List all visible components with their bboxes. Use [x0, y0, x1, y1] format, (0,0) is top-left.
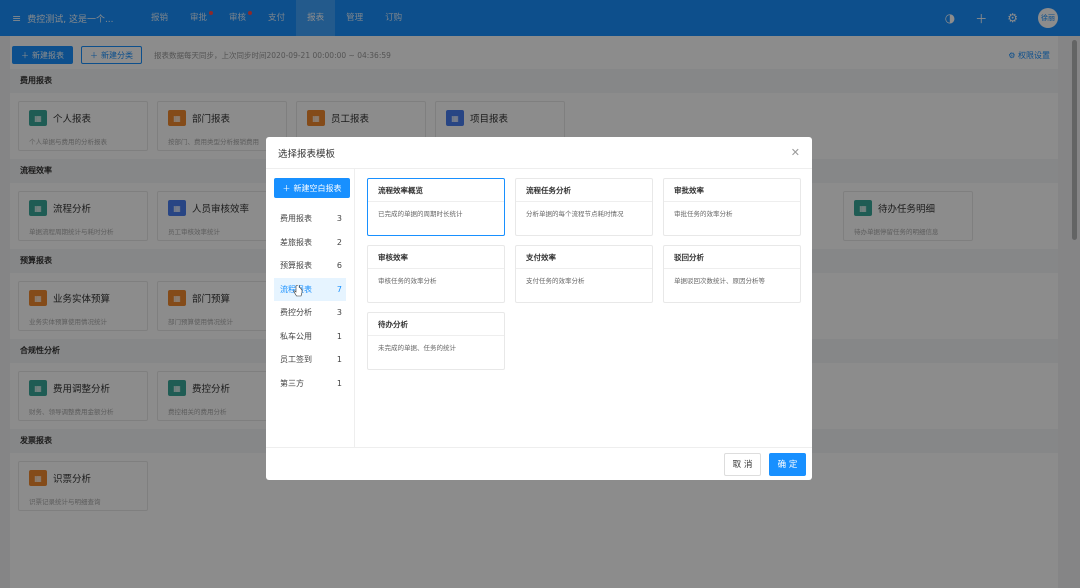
modal-title: 选择报表模板	[278, 148, 336, 160]
category-count: 3	[336, 308, 342, 318]
template-card[interactable]: 流程任务分析分析单据的每个流程节点耗时情况	[515, 178, 653, 236]
category-count: 2	[336, 237, 342, 247]
modal-header: 选择报表模板 ✕	[266, 137, 812, 169]
template-desc: 单据驳回次数统计、原因分析等	[674, 277, 765, 285]
modal-footer: 取 消 确 定	[266, 447, 812, 480]
category-label: 第三方	[280, 378, 304, 388]
category-item[interactable]: 费控分析 3	[274, 301, 346, 325]
category-label: 差旅报表	[280, 237, 312, 247]
template-card[interactable]: 支付效率支付任务的效率分析	[515, 245, 653, 303]
template-card[interactable]: 待办分析未完成的单据、任务的统计	[367, 312, 505, 370]
close-icon[interactable]: ✕	[791, 146, 800, 159]
category-label: 预算报表	[280, 261, 312, 271]
new-blank-report-button[interactable]: ＋新建空白报表	[274, 178, 350, 198]
template-card[interactable]: 驳回分析单据驳回次数统计、原因分析等	[663, 245, 801, 303]
category-item[interactable]: 差旅报表 2	[274, 231, 346, 255]
template-title: 审批效率	[664, 179, 800, 202]
template-title: 待办分析	[368, 313, 504, 336]
template-grid: 流程效率概览 已完成的单据的周期时长统计 流程任务分析 分析单据的每个流程节点耗时情况…	[355, 169, 812, 447]
category-label: 费控分析	[280, 308, 312, 318]
hand-cursor-icon	[293, 285, 303, 297]
category-panel: ＋新建空白报表 费用报表3差旅报表2预算报表6流程报表7费控分析3私车公用1员工…	[266, 169, 355, 447]
category-item[interactable]: 预算报表 6	[274, 254, 346, 278]
template-card[interactable]: 审核效率审核任务的效率分析	[367, 245, 505, 303]
new-blank-label: 新建空白报表	[293, 183, 342, 193]
category-count: 6	[336, 261, 342, 271]
template-card[interactable]: 流程效率概览已完成的单据的周期时长统计	[367, 178, 505, 236]
cancel-button[interactable]: 取 消	[724, 452, 761, 476]
category-label: 员工签到	[280, 355, 312, 365]
template-desc: 审批任务的效率分析	[674, 210, 733, 218]
confirm-button[interactable]: 确 定	[769, 452, 806, 476]
template-title: 审核效率	[368, 246, 504, 269]
category-item[interactable]: 费用报表 3	[274, 207, 346, 231]
template-desc: 支付任务的效率分析	[526, 277, 585, 285]
template-desc: 审核任务的效率分析	[378, 277, 437, 285]
category-item[interactable]: 员工签到 1	[274, 348, 346, 372]
category-item[interactable]: 私车公用 1	[274, 325, 346, 349]
template-title: 驳回分析	[664, 246, 800, 269]
template-desc: 未完成的单据、任务的统计	[378, 344, 456, 352]
template-title: 流程任务分析	[516, 179, 652, 202]
category-label: 私车公用	[280, 331, 312, 341]
plus-icon: ＋	[282, 183, 291, 193]
category-count: 1	[336, 378, 342, 388]
category-count: 1	[336, 355, 342, 365]
category-item[interactable]: 第三方 1	[274, 372, 346, 396]
template-title: 支付效率	[516, 246, 652, 269]
template-title: 流程效率概览	[368, 179, 504, 202]
category-item[interactable]: 流程报表7	[274, 277, 346, 301]
template-desc: 分析单据的每个流程节点耗时情况	[526, 210, 624, 218]
category-count: 1	[336, 331, 342, 341]
category-count: 7	[336, 284, 342, 294]
category-label: 费用报表	[280, 214, 312, 224]
template-desc: 已完成的单据的周期时长统计	[378, 210, 463, 218]
template-card[interactable]: 审批效率审批任务的效率分析	[663, 178, 801, 236]
template-modal: 选择报表模板 ✕ ＋新建空白报表 费用报表3差旅报表2预算报表6流程报表7费控分…	[266, 137, 812, 480]
category-count: 3	[336, 214, 342, 224]
